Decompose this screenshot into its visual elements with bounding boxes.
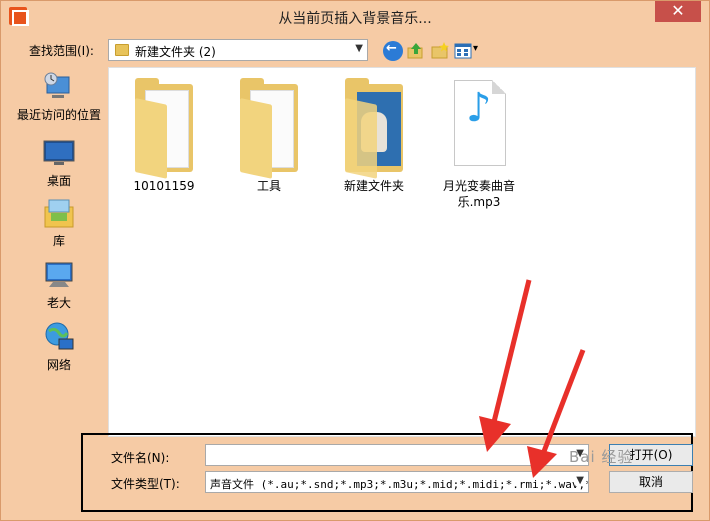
music-note-icon: ♪ xyxy=(466,85,492,131)
look-in-dropdown[interactable]: 新建文件夹 (2) ▼ xyxy=(108,39,368,61)
place-label: 最近访问的位置 xyxy=(16,108,101,122)
folder-icon xyxy=(236,76,302,179)
place-desktop[interactable]: 桌面 xyxy=(9,137,109,189)
folder-with-preview-icon xyxy=(341,76,407,179)
dialog-title: 从当前页插入背景音乐... xyxy=(278,11,432,27)
file-item-audio[interactable]: ♪ 月光变奏曲音乐.mp3 xyxy=(429,76,529,210)
place-recent[interactable]: 最近访问的位置 xyxy=(9,71,109,123)
watermark: Bai 经验 xyxy=(569,448,634,466)
filename-label: 文件名(N): xyxy=(111,451,170,465)
folder-icon xyxy=(131,76,197,179)
cancel-button[interactable]: 取消 xyxy=(609,471,693,493)
file-item-folder[interactable]: 工具 xyxy=(219,76,319,194)
network-icon xyxy=(43,321,75,353)
file-list-view[interactable]: 10101159 工具 新建文件夹 ♪ 月光变奏曲音乐.mp3 xyxy=(108,67,696,437)
place-label: 桌面 xyxy=(46,174,71,188)
title-bar: 从当前页插入背景音乐... ✕ xyxy=(1,1,709,31)
file-name: 工具 xyxy=(256,179,281,193)
file-name: 10101159 xyxy=(133,179,195,193)
place-label: 老大 xyxy=(46,296,71,310)
file-item-folder[interactable]: 10101159 xyxy=(114,76,214,194)
close-button[interactable]: ✕ xyxy=(655,1,701,22)
place-label: 库 xyxy=(52,234,65,248)
filetype-label: 文件类型(T): xyxy=(111,477,180,491)
back-button[interactable] xyxy=(383,41,403,61)
chevron-down-icon: ▾ xyxy=(473,43,479,54)
insert-music-dialog: 从当前页插入背景音乐... ✕ 查找范围(I): 新建文件夹 (2) ▼ ← ▾… xyxy=(0,0,710,521)
up-folder-button[interactable] xyxy=(406,41,426,61)
view-menu-button[interactable]: ▾ xyxy=(454,41,482,61)
place-label: 网络 xyxy=(46,358,71,372)
libraries-icon xyxy=(43,197,75,229)
look-in-value: 新建文件夹 (2) xyxy=(135,45,216,59)
place-computer[interactable]: 老大 xyxy=(9,259,109,311)
view-grid-icon xyxy=(454,43,472,59)
up-folder-icon xyxy=(407,43,423,59)
place-network[interactable]: 网络 xyxy=(9,321,109,373)
new-folder-button[interactable] xyxy=(430,41,450,61)
new-folder-icon xyxy=(431,42,449,59)
computer-icon xyxy=(43,259,75,291)
recent-places-icon xyxy=(43,71,75,103)
places-bar: 最近访问的位置 桌面 库 老大 网络 xyxy=(9,67,109,437)
chevron-down-icon: ▼ xyxy=(355,43,363,54)
folder-icon xyxy=(115,44,129,56)
file-item-folder[interactable]: 新建文件夹 xyxy=(324,76,424,194)
desktop-icon xyxy=(43,137,75,169)
place-libraries[interactable]: 库 xyxy=(9,197,109,249)
file-input-panel: 文件名(N): ▼ 文件类型(T): 声音文件 (*.au;*.snd;*.mp… xyxy=(81,433,693,512)
file-name: 新建文件夹 xyxy=(343,179,404,193)
music-file-icon: ♪ xyxy=(446,76,512,172)
file-name: 月光变奏曲音乐.mp3 xyxy=(442,179,515,209)
toolbar: 查找范围(I): 新建文件夹 (2) ▼ ← ▾ xyxy=(1,31,709,69)
look-in-label: 查找范围(I): xyxy=(29,44,94,58)
